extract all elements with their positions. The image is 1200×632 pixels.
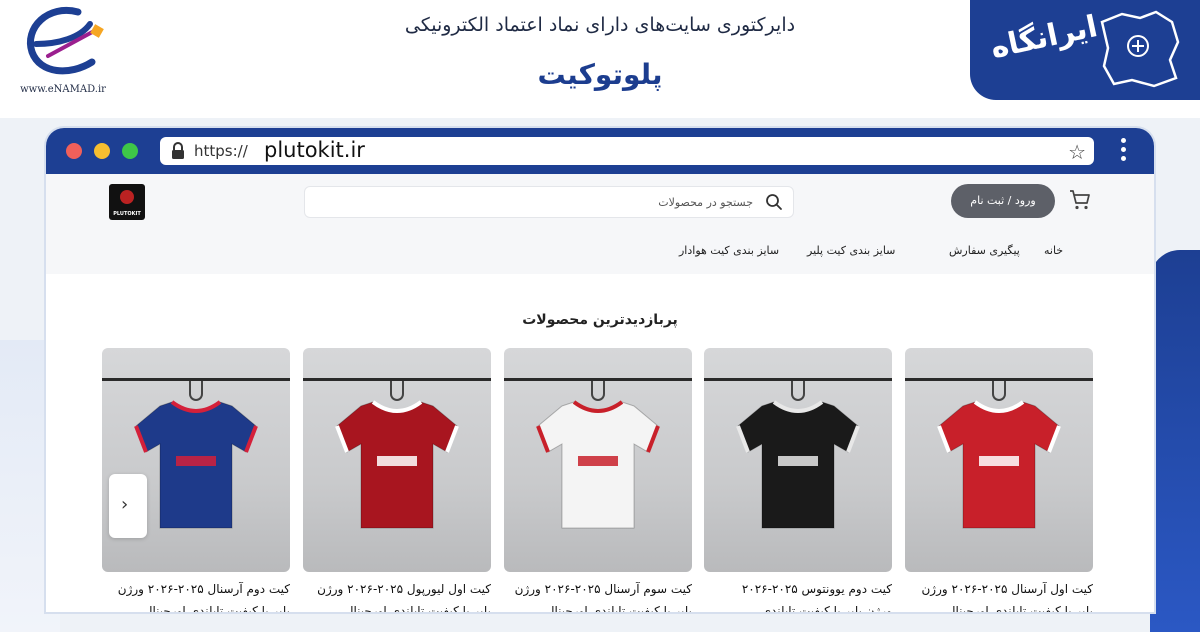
- login-register-button[interactable]: ورود / ثبت نام: [951, 184, 1055, 218]
- product-card[interactable]: کیت اول آرسنال ۲۰۲۵-۲۰۲۶ ورژن پلیر با کیف…: [905, 348, 1093, 612]
- nav-item-home[interactable]: خانه: [1044, 244, 1063, 257]
- url-protocol: https://: [194, 142, 248, 160]
- minimize-window-button[interactable]: [94, 143, 110, 159]
- search-icon[interactable]: [765, 193, 783, 211]
- product-image[interactable]: [303, 348, 491, 572]
- maximize-window-button[interactable]: [122, 143, 138, 159]
- logo-text: PLUTOKIT: [113, 211, 141, 217]
- irangah-brand: ایرانگاه: [987, 9, 1101, 66]
- jersey-icon: [736, 400, 860, 529]
- bookmark-star-icon[interactable]: ☆: [1068, 140, 1086, 164]
- url-host: plutokit.ir: [264, 138, 365, 162]
- lock-icon: [172, 142, 184, 159]
- enamad-e-icon: [27, 7, 104, 75]
- product-name-line2[interactable]: پلیر با کیفیت تایلندی اورجینال: [905, 604, 1093, 612]
- banner-title: دایرکتوری سایت‌های دارای نماد اعتماد الک…: [404, 14, 796, 36]
- product-card[interactable]: کیت دوم یوونتوس ۲۰۲۵-۲۰۲۶ ورژن پلیر با کی…: [704, 348, 892, 612]
- product-card[interactable]: کیت اول لیورپول ۲۰۲۵-۲۰۲۶ ورژن پلیر با کی…: [303, 348, 491, 612]
- product-name[interactable]: کیت دوم یوونتوس ۲۰۲۵-۲۰۲۶: [704, 582, 892, 596]
- logo-mark-icon: [120, 190, 134, 204]
- enamad-url: www.eNAMAD.ir: [20, 84, 106, 95]
- product-name[interactable]: کیت دوم آرسنال ۲۰۲۵-۲۰۲۶ ورژن: [102, 582, 290, 596]
- chevron-right-icon: ›: [121, 494, 129, 515]
- product-name[interactable]: کیت سوم آرسنال ۲۰۲۵-۲۰۲۶ ورژن: [504, 582, 692, 596]
- product-image[interactable]: [704, 348, 892, 572]
- irangah-logo[interactable]: ایرانگاه: [970, 0, 1200, 100]
- search-input[interactable]: [313, 190, 753, 214]
- product-card[interactable]: کیت سوم آرسنال ۲۰۲۵-۲۰۲۶ ورژن پلیر با کیف…: [504, 348, 692, 612]
- close-window-button[interactable]: [66, 143, 82, 159]
- website: PLUTOKIT ورود / ثبت نام خانه پیگیری سفار…: [46, 174, 1154, 612]
- product-name[interactable]: کیت اول لیورپول ۲۰۲۵-۲۰۲۶ ورژن: [303, 582, 491, 596]
- cart-icon[interactable]: [1068, 188, 1092, 212]
- product-image[interactable]: [102, 348, 290, 572]
- address-bar[interactable]: https:// plutokit.ir ☆: [160, 137, 1094, 165]
- product-name-line2[interactable]: ورژن پلیر با کیفیت تایلندی: [704, 604, 892, 612]
- product-name[interactable]: کیت اول آرسنال ۲۰۲۵-۲۰۲۶ ورژن: [905, 582, 1093, 596]
- enamad-logo[interactable]: www.eNAMAD.ir: [8, 4, 118, 100]
- background-decoration: [1150, 250, 1200, 632]
- product-carousel: کیت اول آرسنال ۲۰۲۵-۲۰۲۶ ورژن پلیر با کیف…: [46, 348, 1154, 612]
- nav-item-player-kit-sizing[interactable]: سایز بندی کیت پلیر: [807, 244, 895, 257]
- site-header: PLUTOKIT ورود / ثبت نام خانه پیگیری سفار…: [46, 174, 1154, 274]
- product-name-line2[interactable]: پلیر با کیفیت تایلندی اورجینال: [102, 604, 290, 612]
- section-title: پربازدیدترین محصولات: [522, 312, 678, 328]
- jersey-icon: [335, 400, 459, 529]
- jersey-icon: [536, 400, 660, 529]
- browser-window: https:// plutokit.ir ☆ PLUTOKIT ورود / ث…: [46, 128, 1154, 612]
- site-name: پلوتوکیت: [537, 58, 663, 91]
- product-image[interactable]: [905, 348, 1093, 572]
- browser-menu-icon[interactable]: [1114, 138, 1132, 166]
- iran-map-icon: [1100, 10, 1180, 88]
- product-name-line2[interactable]: پلیر با کیفیت تایلندی اورجینال: [303, 604, 491, 612]
- browser-toolbar: https:// plutokit.ir ☆: [46, 128, 1154, 174]
- nav-item-order-tracking[interactable]: پیگیری سفارش: [949, 244, 1020, 257]
- search-box[interactable]: [304, 186, 794, 218]
- product-image[interactable]: [504, 348, 692, 572]
- banner: www.eNAMAD.ir دایرکتوری سایت‌های دارای ن…: [0, 0, 1200, 118]
- site-logo[interactable]: PLUTOKIT: [109, 184, 145, 220]
- carousel-next-button[interactable]: ›: [109, 474, 147, 538]
- jersey-icon: [134, 400, 258, 529]
- main-nav: خانه پیگیری سفارش سایز بندی کیت پلیر سای…: [46, 240, 1154, 266]
- product-name-line2[interactable]: پلیر با کیفیت تایلندی اورجینال: [504, 604, 692, 612]
- jersey-icon: [937, 400, 1061, 529]
- nav-item-fan-kit-sizing[interactable]: سایز بندی کیت هوادار: [679, 244, 779, 257]
